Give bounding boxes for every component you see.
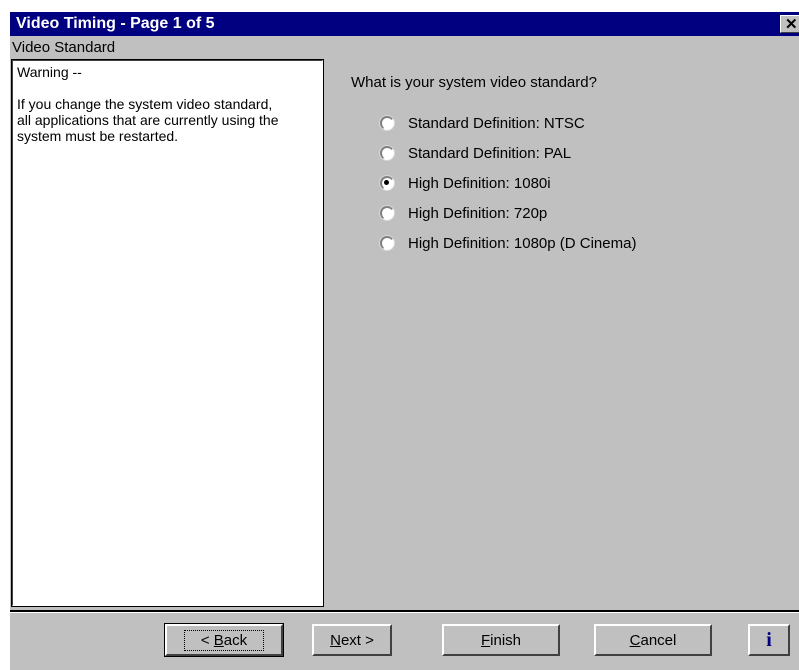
warning-body: If you change the system video standard,… (17, 96, 279, 144)
option-label[interactable]: High Definition: 720p (408, 205, 547, 222)
cancel-button[interactable]: Cancel (594, 624, 712, 656)
next-button[interactable]: Next > (312, 624, 392, 656)
button-separator (10, 610, 799, 613)
title-bar[interactable]: Video Timing - Page 1 of 5 ✕ (10, 12, 799, 36)
info-button[interactable]: i (748, 624, 790, 656)
radio-button[interactable] (380, 206, 394, 220)
info-icon: i (766, 628, 772, 651)
option-1080i[interactable]: High Definition: 1080i (380, 168, 636, 198)
option-ntsc[interactable]: Standard Definition: NTSC (380, 108, 636, 138)
radio-button[interactable] (380, 176, 394, 190)
cancel-button-label: Cancel (629, 631, 677, 649)
close-icon: ✕ (785, 16, 798, 33)
radio-button[interactable] (380, 116, 394, 130)
back-button-label: < Back (183, 629, 265, 651)
finish-button-label: Finish (480, 631, 522, 649)
option-1080p-d-cinema[interactable]: High Definition: 1080p (D Cinema) (380, 228, 636, 258)
video-timing-dialog: Video Timing - Page 1 of 5 ✕ Video Stand… (10, 12, 799, 670)
option-pal[interactable]: Standard Definition: PAL (380, 138, 636, 168)
option-label[interactable]: High Definition: 1080p (D Cinema) (408, 235, 636, 252)
option-label[interactable]: Standard Definition: NTSC (408, 115, 585, 132)
radio-button[interactable] (380, 146, 394, 160)
option-label[interactable]: Standard Definition: PAL (408, 145, 571, 162)
finish-button[interactable]: Finish (442, 624, 560, 656)
close-button[interactable]: ✕ (780, 15, 799, 33)
option-label[interactable]: High Definition: 1080i (408, 175, 551, 192)
warning-title: Warning -- (17, 64, 82, 80)
window-title: Video Timing - Page 1 of 5 (16, 15, 215, 32)
video-standard-radio-group: Standard Definition: NTSC Standard Defin… (380, 108, 636, 258)
section-label: Video Standard (12, 39, 116, 56)
warning-panel: Warning -- If you change the system vide… (11, 59, 324, 607)
option-720p[interactable]: High Definition: 720p (380, 198, 636, 228)
next-button-label: Next > (330, 631, 374, 649)
back-button[interactable]: < Back (164, 623, 284, 657)
radio-button[interactable] (380, 236, 394, 250)
question-label: What is your system video standard? (351, 74, 597, 91)
